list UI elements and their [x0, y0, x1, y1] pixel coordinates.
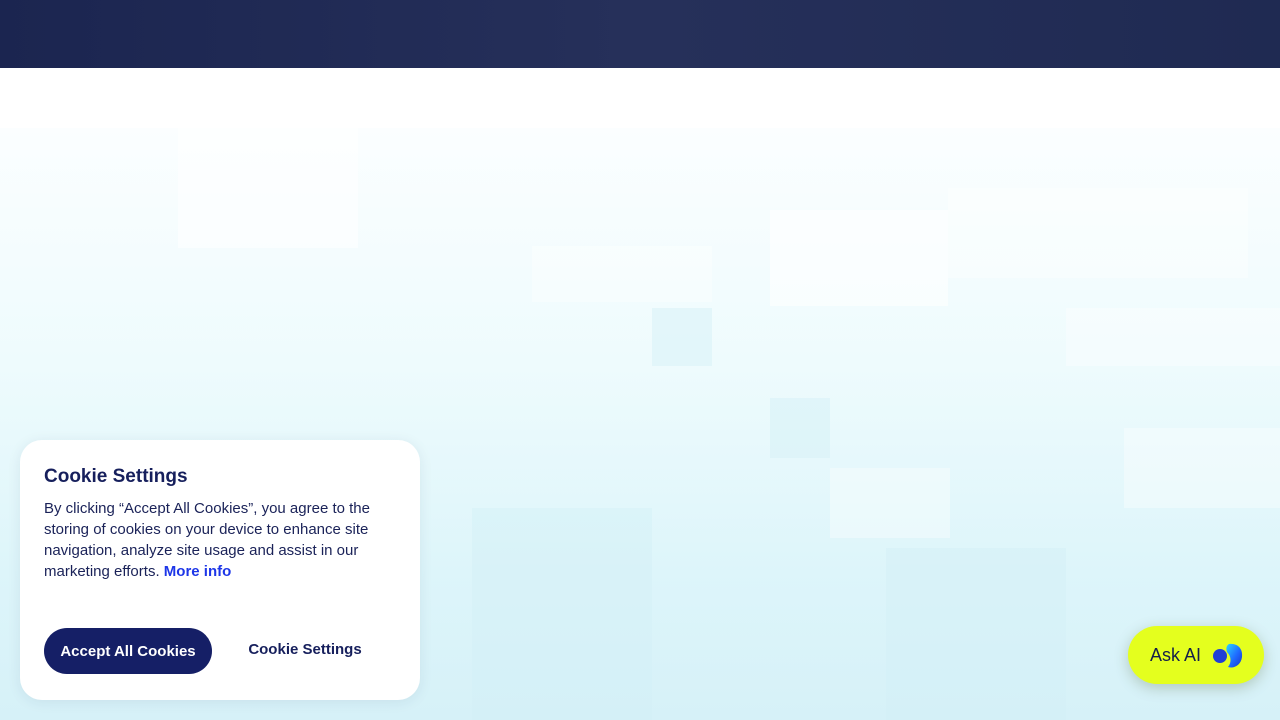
header-spacer [0, 68, 1280, 128]
more-info-link[interactable]: More info [164, 563, 232, 580]
cookie-consent-panel: Cookie Settings By clicking “Accept All … [20, 440, 420, 700]
hero-tile [886, 548, 1066, 720]
hero-tile [830, 468, 950, 538]
hero-tile [1066, 308, 1280, 366]
cookie-panel-title: Cookie Settings [44, 466, 188, 487]
hero-tile [472, 508, 652, 720]
hero-tile [948, 188, 1248, 278]
accept-all-cookies-button[interactable]: Accept All Cookies [44, 628, 212, 674]
site-header [0, 0, 1280, 68]
hero-tile [1124, 428, 1280, 508]
hero-tile [178, 128, 358, 248]
ask-ai-label: Ask AI [1150, 644, 1202, 665]
hero-tile [652, 308, 712, 366]
hero-tile [532, 246, 712, 302]
cookie-settings-button[interactable]: Cookie Settings [240, 628, 370, 670]
page: Cookie Settings By clicking “Accept All … [0, 0, 1280, 720]
cookie-panel-description: By clicking “Accept All Cookies”, you ag… [44, 498, 384, 582]
hero-tile [770, 210, 948, 306]
ask-ai-button[interactable]: Ask AI [1128, 626, 1264, 684]
hero-tile [770, 398, 830, 458]
ai-assistant-logo-icon [1211, 641, 1243, 669]
